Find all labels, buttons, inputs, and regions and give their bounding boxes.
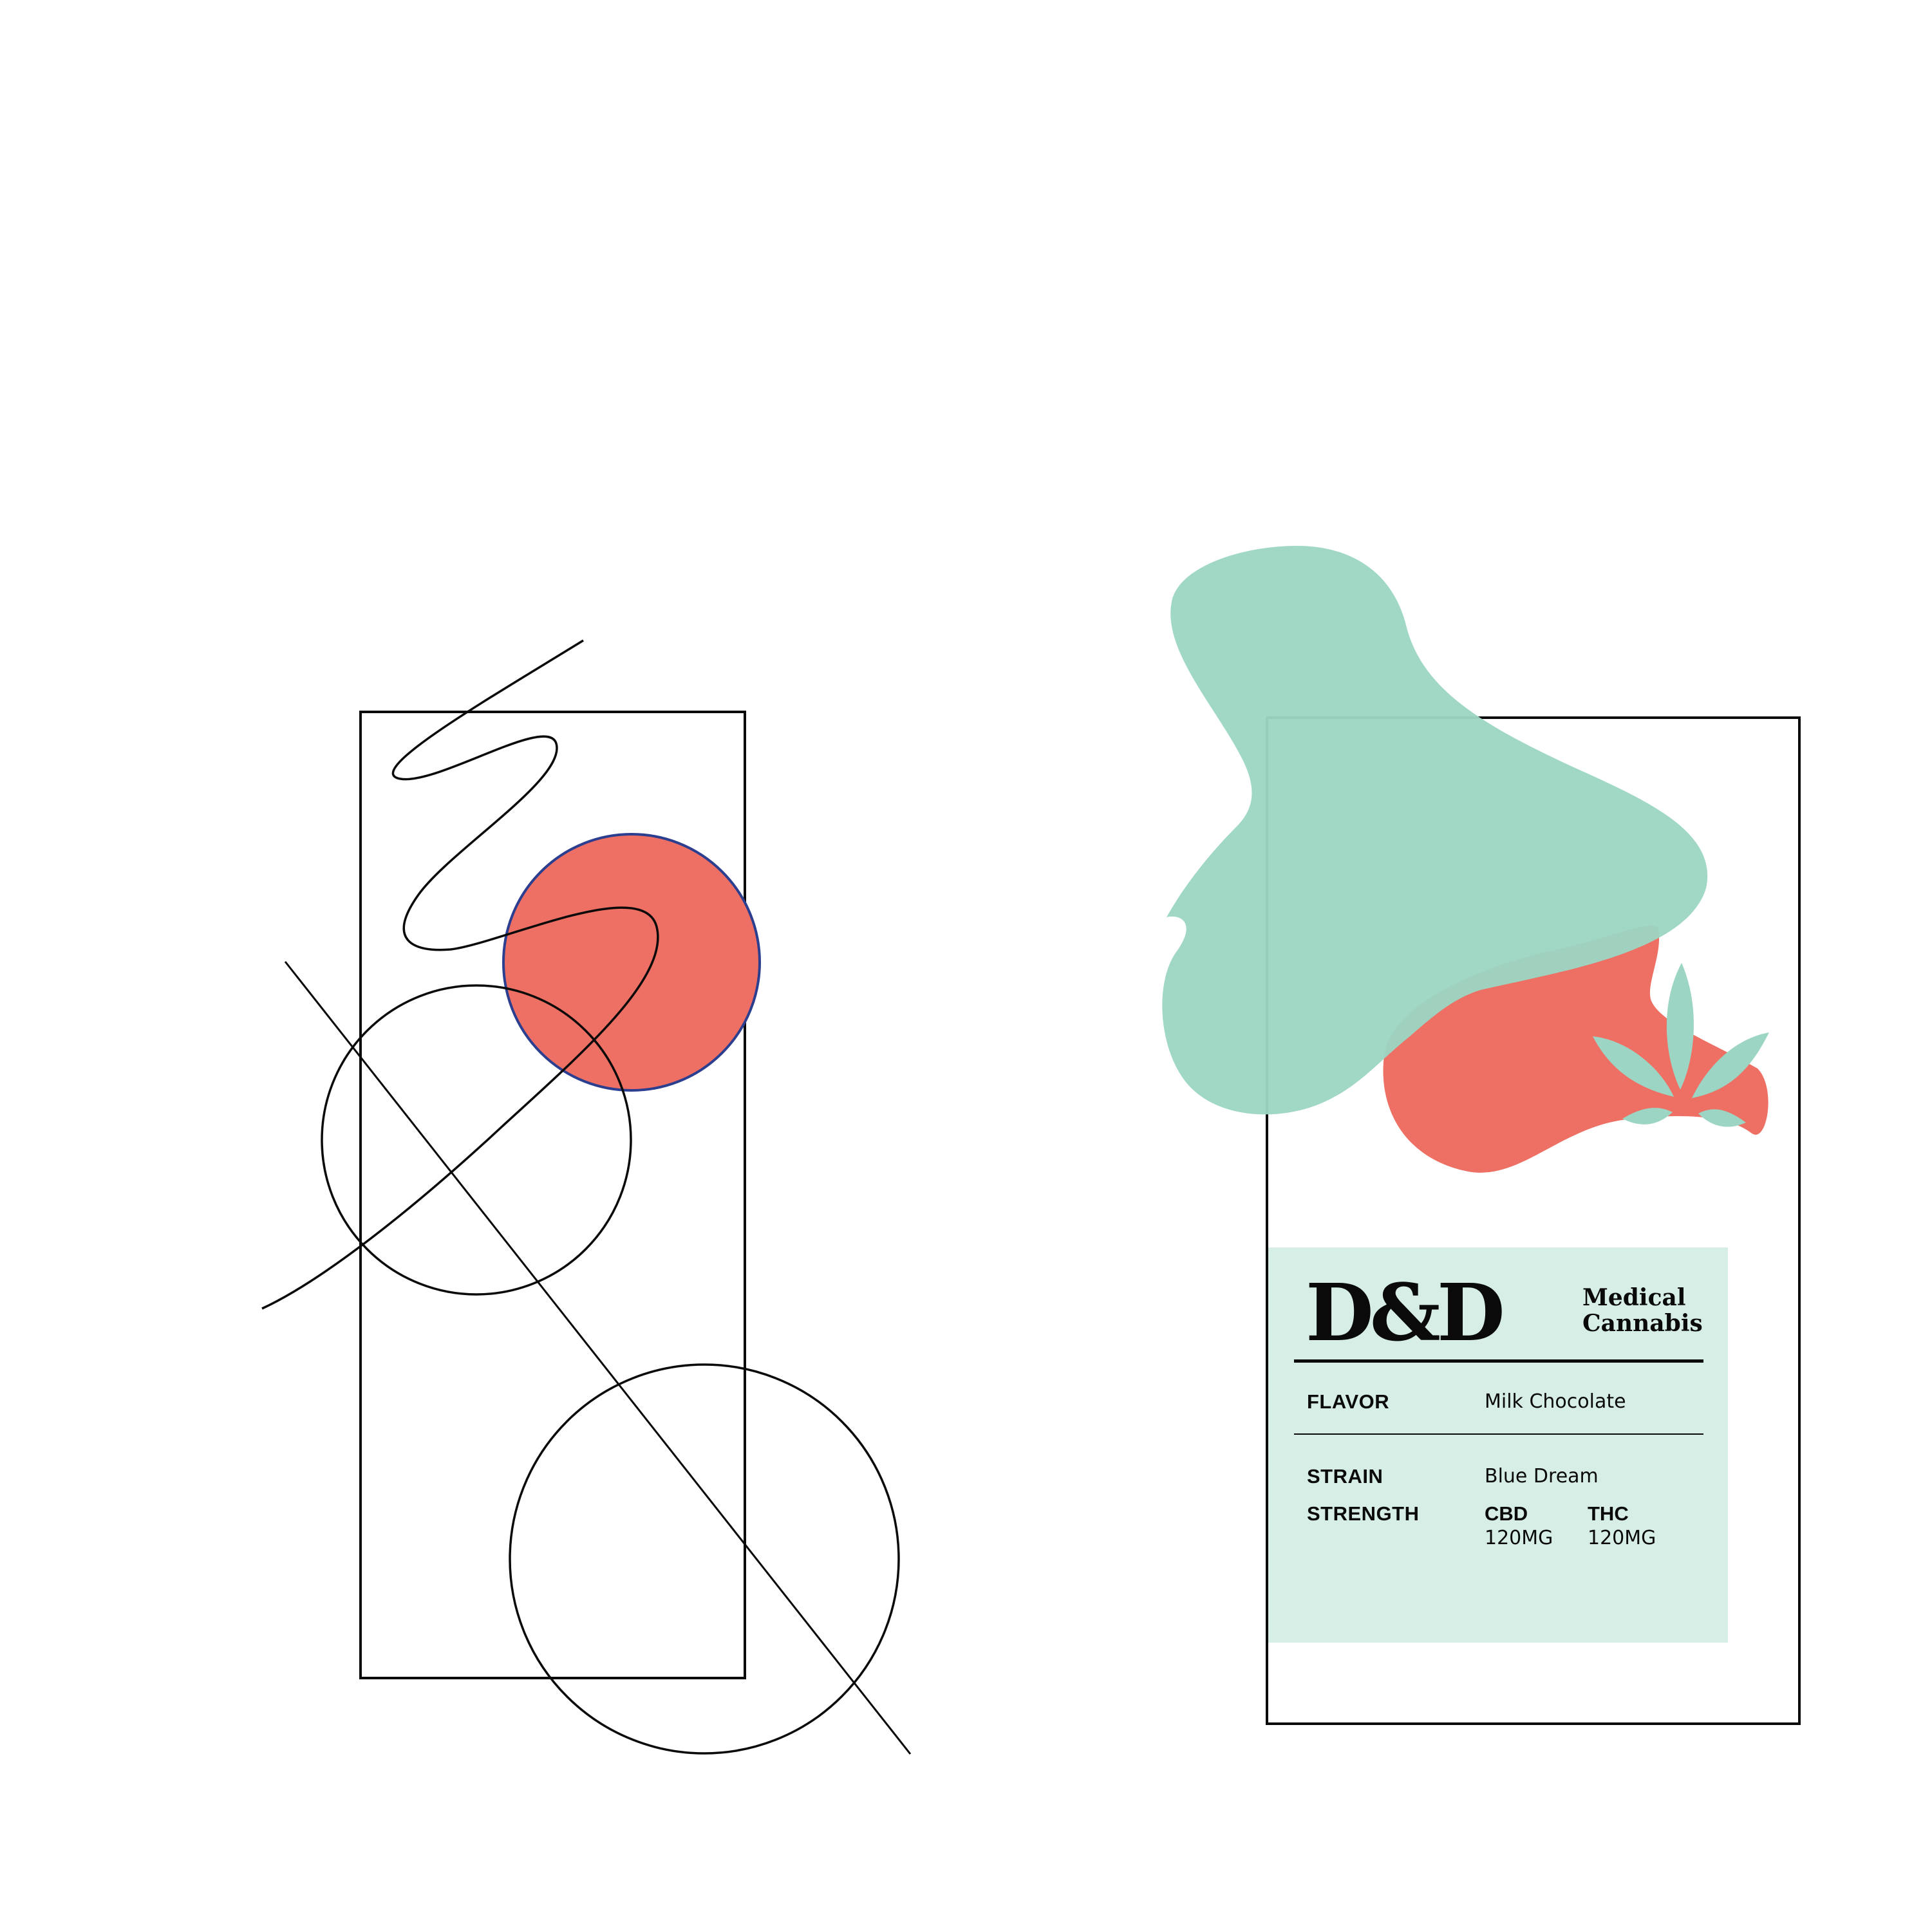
coral-circle <box>502 833 761 1092</box>
cbd-label: CBD <box>1485 1502 1528 1525</box>
brand-logo-text: D&D <box>1306 1266 1505 1359</box>
cbd-value: 120MG <box>1485 1527 1553 1549</box>
divider-thick <box>1294 1359 1703 1363</box>
outline-circle-bottom <box>509 1363 900 1755</box>
strength-key: STRENGTH <box>1307 1502 1420 1525</box>
divider-thin <box>1294 1433 1703 1435</box>
strain-value: Blue Dream <box>1485 1465 1599 1488</box>
sketch-composition <box>261 639 912 1755</box>
flavor-value: Milk Chocolate <box>1485 1390 1626 1413</box>
flavor-key: FLAVOR <box>1307 1390 1390 1413</box>
brand-subtitle-line2: Cannabis <box>1582 1310 1703 1337</box>
strain-key: STRAIN <box>1307 1465 1383 1488</box>
thc-label: THC <box>1588 1502 1629 1525</box>
brand-subtitle-line1: Medical <box>1582 1284 1686 1311</box>
brand-subtitle: Medical Cannabis <box>1582 1285 1703 1336</box>
info-panel: D&D Medical Cannabis FLAVOR Milk Chocola… <box>1268 1247 1728 1643</box>
thc-value: 120MG <box>1588 1527 1656 1549</box>
